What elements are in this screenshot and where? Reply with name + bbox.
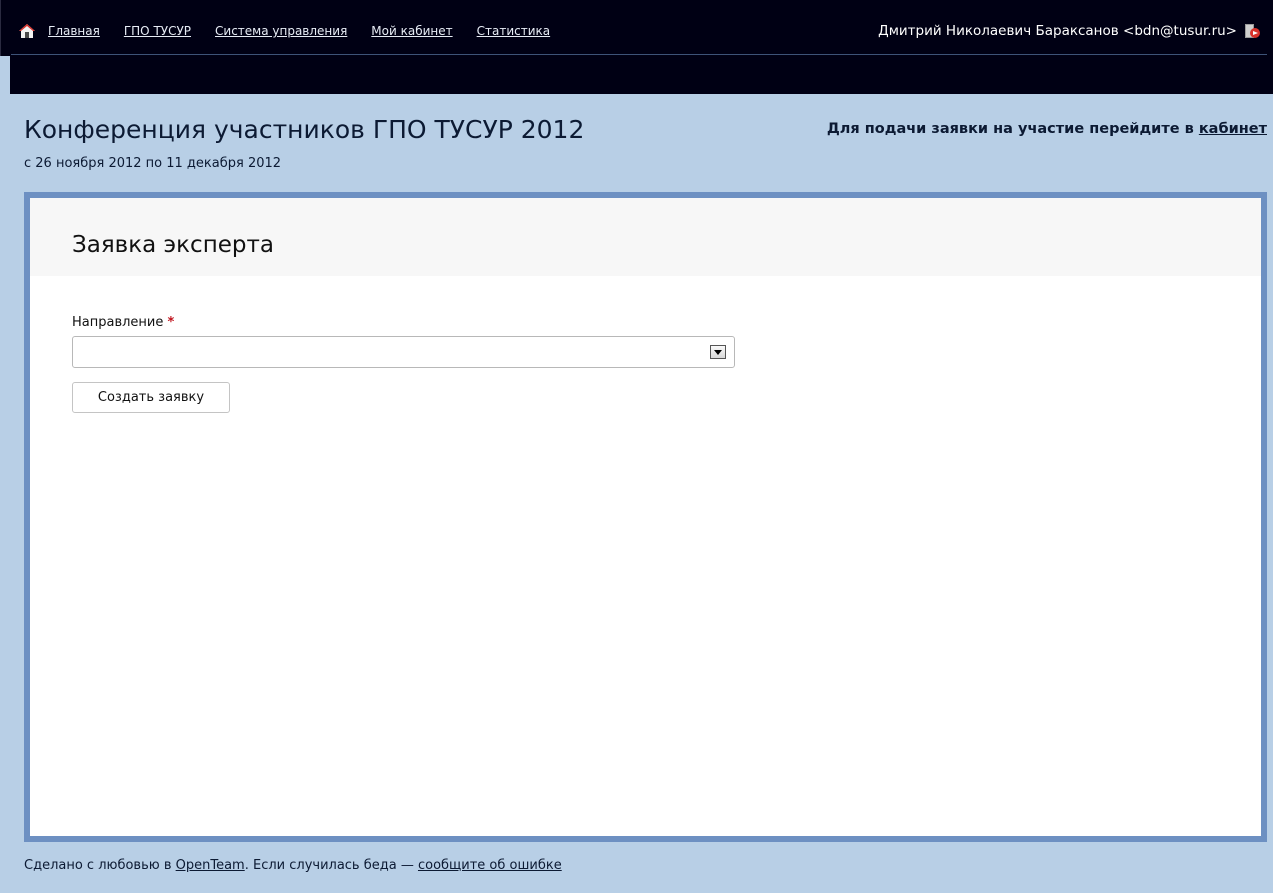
conference-title: Конференция участников ГПО ТУСУР 2012 — [24, 115, 585, 144]
home-icon[interactable] — [16, 22, 38, 40]
footer: Сделано с любовью в OpenTeam. Если случи… — [24, 858, 562, 873]
chevron-down-icon[interactable] — [710, 345, 726, 359]
direction-label-text: Направление — [72, 315, 164, 330]
user-info: Дмитрий Николаевич Бараксанов <bdn@tusur… — [878, 22, 1261, 40]
user-name[interactable]: Дмитрий Николаевич Бараксанов <bdn@tusur… — [878, 23, 1237, 39]
main-nav: Главная ГПО ТУСУР Система управления Мой… — [16, 22, 574, 40]
nav-link-management-system[interactable]: Система управления — [215, 24, 347, 38]
top-navigation-bar: Главная ГПО ТУСУР Система управления Мой… — [0, 0, 1273, 56]
footer-text-middle: . Если случилась беда — — [244, 858, 418, 873]
openteam-link[interactable]: OpenTeam — [176, 858, 245, 873]
logout-icon[interactable] — [1243, 22, 1261, 40]
direction-field-label: Направление * — [72, 315, 174, 330]
nav-link-gpo-tusur[interactable]: ГПО ТУСУР — [124, 24, 191, 38]
apply-hint: Для подачи заявки на участие перейдите в… — [827, 121, 1267, 137]
form-title: Заявка эксперта — [72, 232, 274, 258]
nav-link-statistics[interactable]: Статистика — [477, 24, 551, 38]
expert-application-panel: Заявка эксперта Направление * Создать за… — [24, 192, 1267, 842]
required-mark: * — [167, 315, 175, 330]
nav-link-home[interactable]: Главная — [48, 24, 100, 38]
nav-divider — [11, 54, 1267, 55]
direction-select[interactable] — [72, 336, 735, 368]
apply-hint-text: Для подачи заявки на участие перейдите в — [826, 121, 1199, 137]
conference-dates: с 26 ноября 2012 по 11 декабря 2012 — [24, 156, 282, 171]
panel-header: Заявка эксперта — [30, 198, 1261, 276]
header-band — [10, 56, 1273, 94]
footer-text-start: Сделано с любовью в — [24, 858, 176, 873]
report-error-link[interactable]: сообщите об ошибке — [418, 858, 562, 873]
cabinet-link[interactable]: кабинет — [1199, 121, 1267, 137]
nav-link-my-cabinet[interactable]: Мой кабинет — [371, 24, 452, 38]
create-application-button[interactable]: Создать заявку — [72, 382, 230, 413]
